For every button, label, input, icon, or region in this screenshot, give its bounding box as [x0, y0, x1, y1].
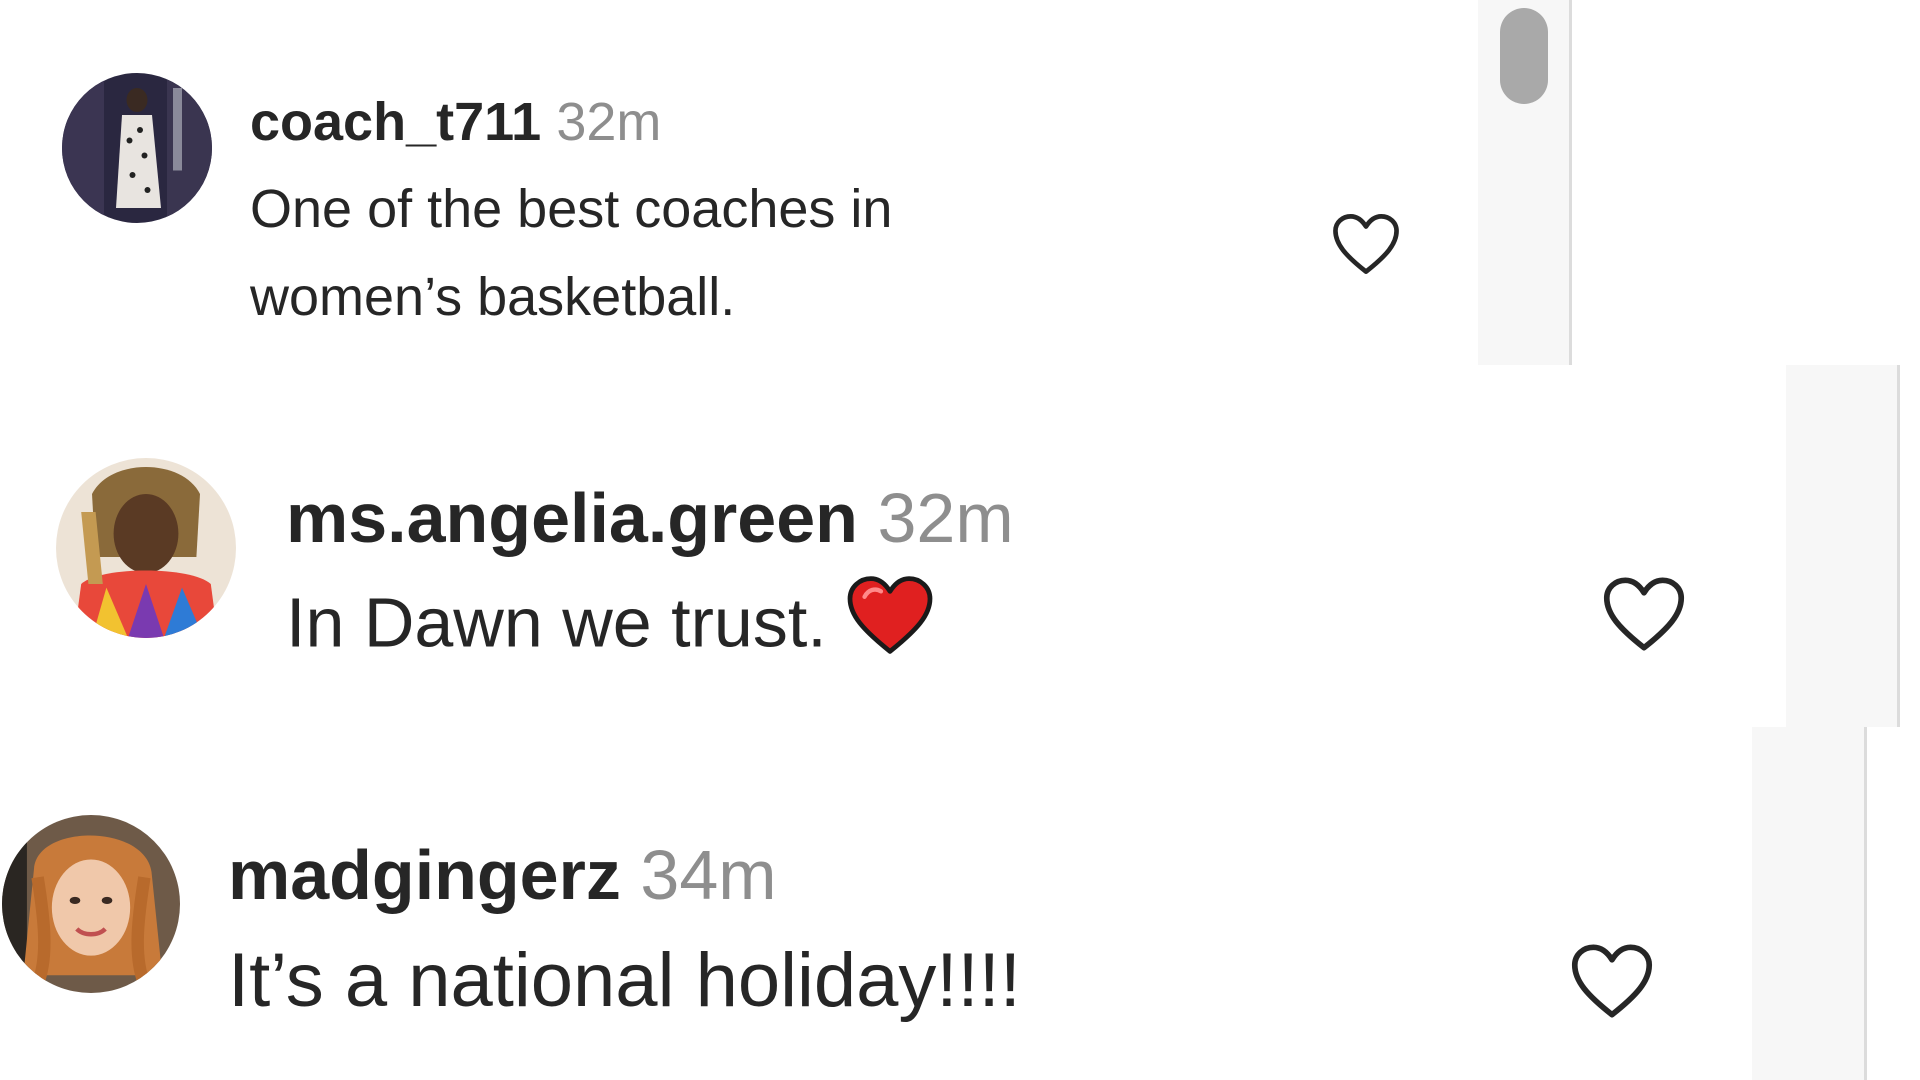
avatar-photo — [56, 458, 236, 638]
comment-header: coach_t711 32m — [250, 95, 661, 149]
like-button[interactable] — [1568, 942, 1656, 1020]
scroll-track[interactable] — [1786, 365, 1898, 727]
avatar[interactable] — [62, 73, 212, 223]
comment-panel-3: madgingerz 34m It’s a national holiday!!!… — [0, 727, 1920, 1080]
comment-text: It’s a national holiday!!!! — [228, 938, 1021, 1023]
panel-divider — [1569, 0, 1572, 365]
comment-text: One of the best coaches in women’s baske… — [250, 179, 893, 327]
avatar-photo — [2, 815, 180, 993]
panel-divider — [1897, 365, 1900, 727]
comment-text: In Dawn we trust. — [286, 583, 827, 662]
username-link[interactable]: madgingerz — [228, 836, 621, 914]
timestamp[interactable]: 32m — [556, 92, 661, 152]
avatar[interactable] — [2, 815, 180, 993]
comments-screenshot-collage: coach_t711 32m One of the best coaches in… — [0, 0, 1920, 1080]
comment-panel-1: coach_t711 32m One of the best coaches in… — [0, 0, 1920, 365]
username-link[interactable]: ms.angelia.green — [286, 479, 858, 557]
heart-outline-icon — [1571, 944, 1653, 1018]
heart-outline-icon — [1333, 214, 1399, 274]
username-link[interactable]: coach_t711 — [250, 92, 541, 152]
like-button[interactable] — [1330, 212, 1402, 276]
comment-text-row: In Dawn we trust. — [286, 575, 936, 665]
timestamp[interactable]: 32m — [878, 479, 1014, 557]
avatar-photo — [62, 73, 212, 223]
like-button[interactable] — [1600, 575, 1688, 653]
panel-divider — [1864, 727, 1867, 1080]
avatar[interactable] — [56, 458, 236, 638]
scrollbar-thumb[interactable] — [1500, 8, 1548, 104]
timestamp[interactable]: 34m — [640, 836, 776, 914]
heart-outline-icon — [1603, 577, 1685, 651]
red-heart-emoji — [844, 575, 936, 655]
scroll-track[interactable] — [1752, 727, 1866, 1080]
comment-header: madgingerz 34m — [228, 840, 777, 910]
comment-panel-2: ms.angelia.green 32m In Dawn we trust. — [0, 365, 1920, 727]
comment-header: ms.angelia.green 32m — [286, 483, 1014, 553]
